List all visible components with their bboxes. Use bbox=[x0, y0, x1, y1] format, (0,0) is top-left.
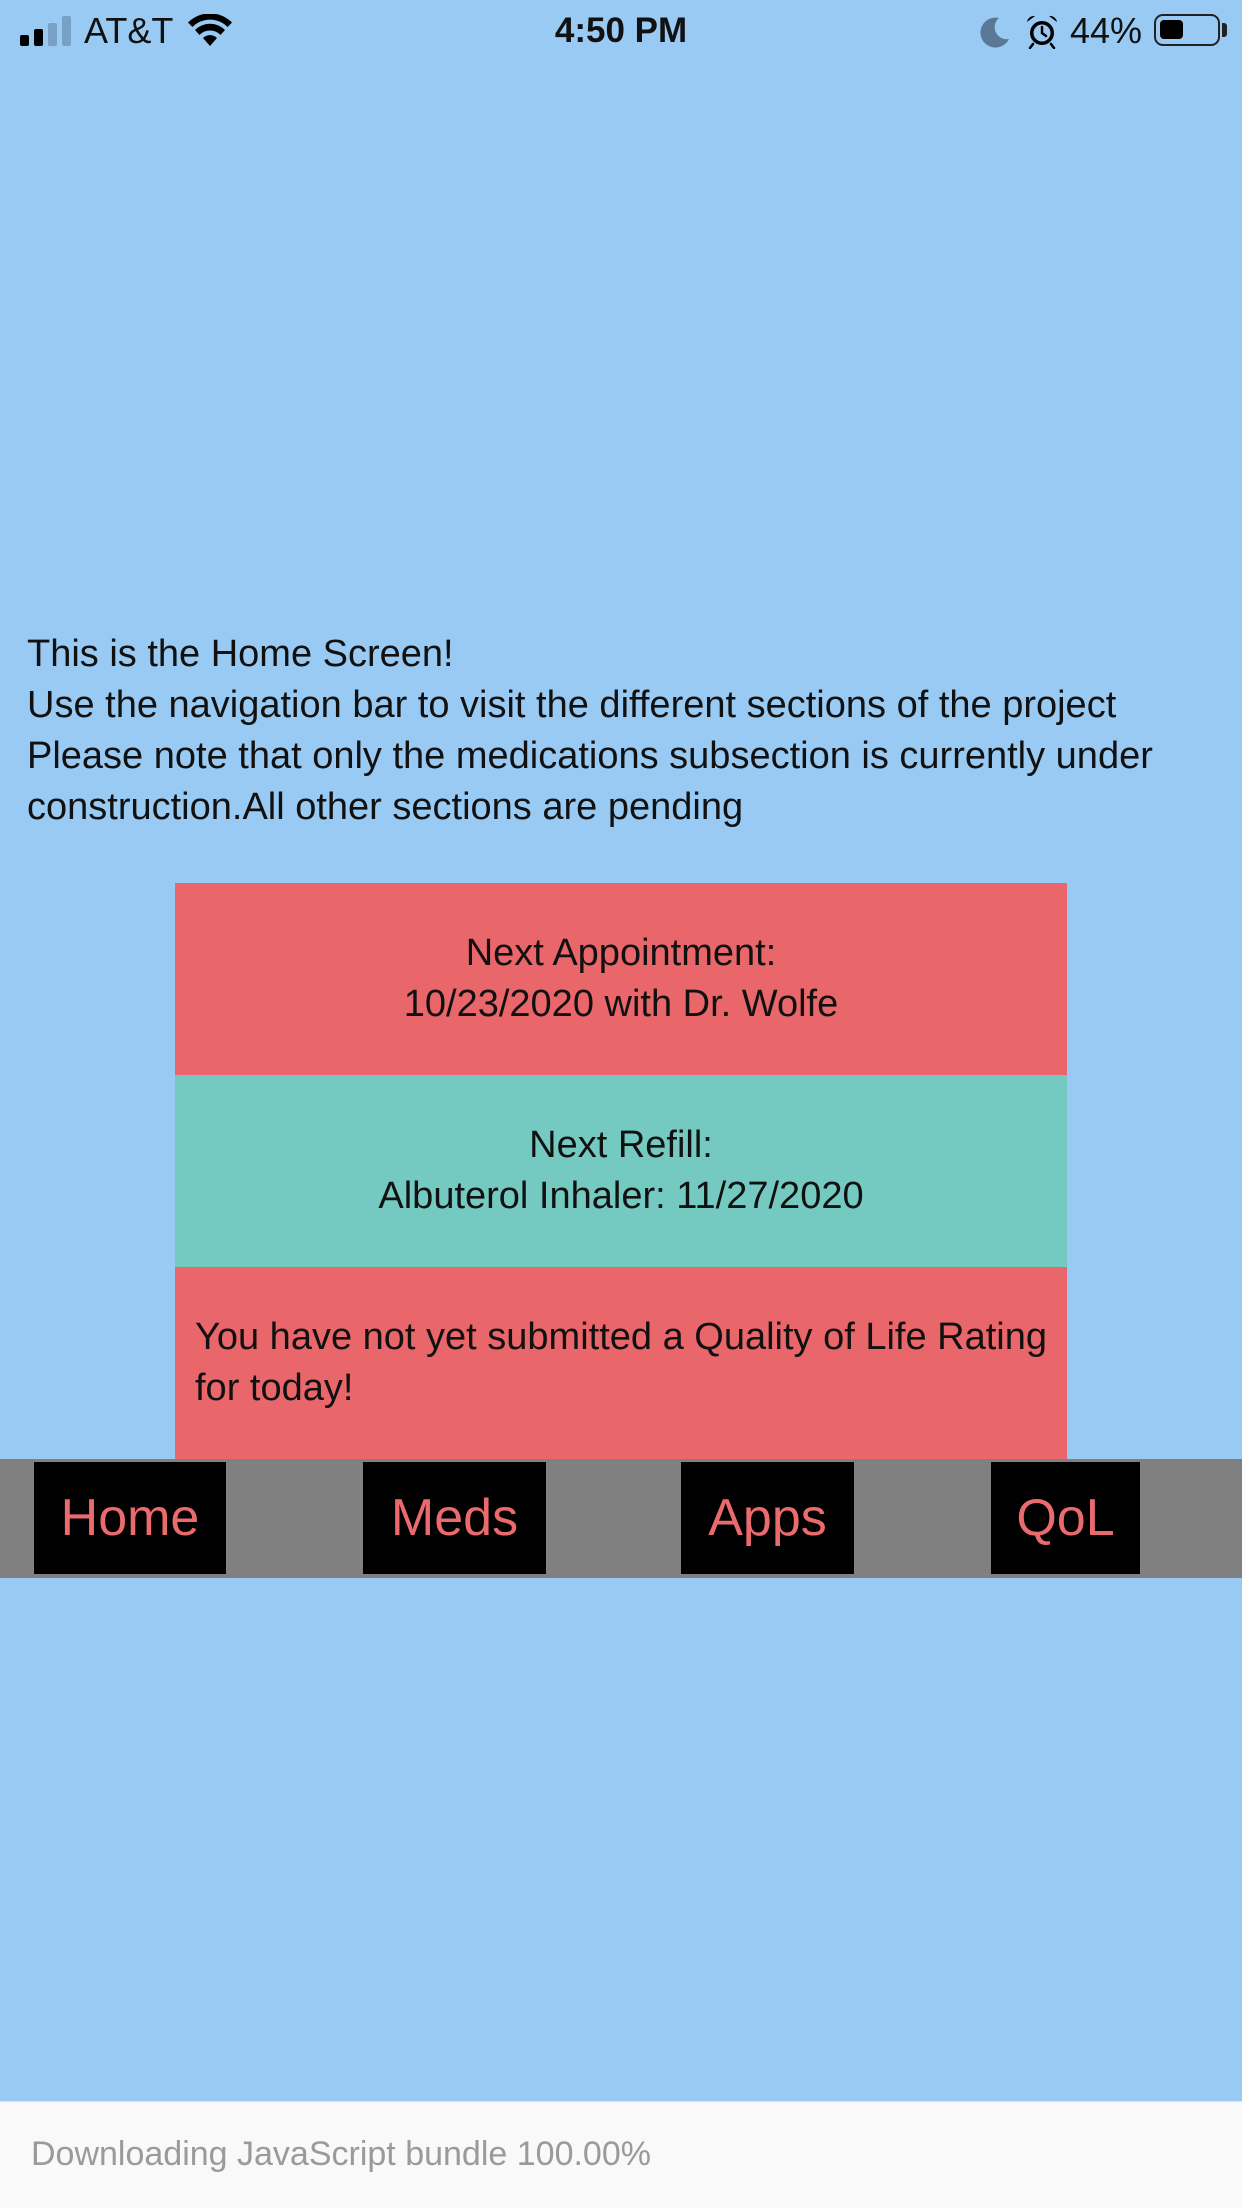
status-bar: AT&T 4:50 PM 44% bbox=[0, 0, 1242, 62]
next-refill-label: Next Refill: bbox=[529, 1124, 713, 1166]
battery-level bbox=[1160, 20, 1183, 39]
next-refill-value: Albuterol Inhaler: 11/27/2020 bbox=[378, 1175, 864, 1217]
nav-home-button[interactable]: Home bbox=[34, 1462, 226, 1574]
battery-icon bbox=[1154, 14, 1220, 46]
intro-line-title: This is the Home Screen! bbox=[27, 633, 454, 675]
nav-apps-button[interactable]: Apps bbox=[681, 1462, 854, 1574]
qol-reminder-message: You have not yet submitted a Quality of … bbox=[195, 1316, 1048, 1409]
intro-line-construction-note: Please note that only the medications su… bbox=[27, 735, 1153, 828]
battery-percentage: 44% bbox=[1070, 10, 1143, 51]
qol-reminder-card: You have not yet submitted a Quality of … bbox=[175, 1267, 1067, 1459]
bundle-loading-banner: Downloading JavaScript bundle 100.00% bbox=[0, 2101, 1242, 2208]
alarm-icon bbox=[1027, 15, 1057, 49]
next-appointment-card: Next Appointment: 10/23/2020 with Dr. Wo… bbox=[175, 883, 1067, 1075]
moon-icon bbox=[980, 17, 1009, 48]
home-intro-text: This is the Home Screen! Use the navigat… bbox=[27, 629, 1227, 833]
next-appointment-value: 10/23/2020 with Dr. Wolfe bbox=[403, 983, 839, 1025]
nav-meds-button[interactable]: Meds bbox=[363, 1462, 546, 1574]
next-appointment-label: Next Appointment: bbox=[465, 932, 777, 974]
intro-line-navigation: Use the navigation bar to visit the diff… bbox=[27, 684, 1117, 726]
battery-nub bbox=[1222, 23, 1227, 37]
bundle-loading-text: Downloading JavaScript bundle 100.00% bbox=[31, 2135, 651, 2173]
nav-qol-button[interactable]: QoL bbox=[991, 1462, 1140, 1574]
navigation-bar: Home Meds Apps QoL bbox=[0, 1459, 1242, 1578]
next-refill-card: Next Refill: Albuterol Inhaler: 11/27/20… bbox=[175, 1075, 1067, 1267]
